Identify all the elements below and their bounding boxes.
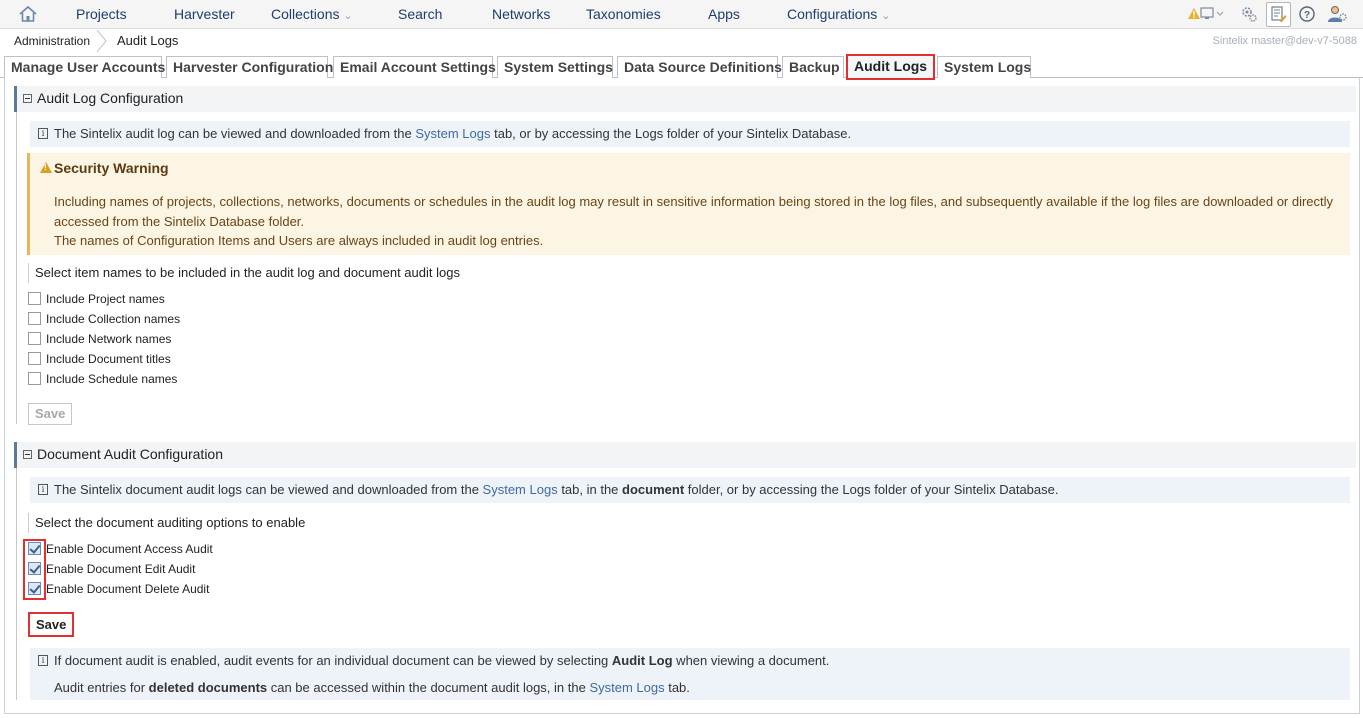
info-icon: i (38, 128, 48, 139)
chevron-down-icon: ⌄ (343, 10, 353, 22)
tab-email-account-settings[interactable]: Email Account Settings (333, 56, 496, 78)
info-icon: i (38, 655, 48, 666)
collapse-icon[interactable] (23, 94, 32, 103)
doc-audit-note-box: i If document audit is enabled, audit ev… (30, 648, 1350, 700)
breadcrumb-administration[interactable]: Administration (14, 34, 90, 48)
doc-audit-note-line: Audit entries for deleted documents can … (54, 680, 690, 695)
audit-item-prompt: Select item names to be included in the … (28, 263, 460, 283)
include-schedule-names-checkbox[interactable] (28, 372, 41, 385)
breadcrumb: Administration Audit Logs Sintelix maste… (0, 29, 1363, 53)
warning-title: Security Warning (54, 160, 169, 176)
doc-audit-prompt: Select the document auditing options to … (28, 513, 305, 533)
include-collection-names-checkbox[interactable] (28, 312, 41, 325)
tab-system-logs[interactable]: System Logs (937, 56, 1031, 78)
option-label: Enable Document Access Audit (46, 542, 213, 556)
warning-line: Including names of projects, collections… (54, 194, 1334, 209)
nav-networks[interactable]: Networks (492, 6, 550, 22)
document-edit-icon (1271, 6, 1287, 23)
breadcrumb-current: Audit Logs (117, 33, 179, 48)
warning-line: accessed from the Sintelix Database fold… (54, 214, 305, 229)
help-icon[interactable]: ? (1298, 5, 1316, 23)
version-label: Sintelix master@dev-v7-5088 (1212, 35, 1357, 47)
document-edit-button[interactable] (1266, 2, 1291, 27)
system-logs-link[interactable]: System Logs (483, 482, 558, 497)
option-label: Include Network names (46, 332, 172, 346)
chevron-down-icon: ⌄ (881, 10, 891, 22)
doc-audit-save-button[interactable]: Save (28, 612, 75, 637)
nav-taxonomies[interactable]: Taxonomies (586, 6, 661, 22)
tab-manage-user-accounts[interactable]: Manage User Accounts (4, 56, 165, 78)
option-label: Enable Document Delete Audit (46, 582, 210, 596)
tab-audit-logs[interactable]: Audit Logs (846, 54, 935, 80)
section-divider (16, 468, 17, 700)
option-label: Include Collection names (46, 312, 181, 326)
system-logs-link[interactable]: System Logs (589, 680, 664, 695)
nav-search[interactable]: Search (398, 6, 442, 22)
system-logs-link[interactable]: System Logs (415, 126, 490, 141)
settings-icon[interactable] (1240, 5, 1258, 23)
section-title: Audit Log Configuration (37, 90, 184, 106)
tab-harvester-configuration[interactable]: Harvester Configuration (166, 56, 333, 78)
nav-projects[interactable]: Projects (76, 6, 127, 22)
doc-audit-info-text: The Sintelix document audit logs can be … (54, 482, 1059, 497)
section-divider (16, 112, 17, 424)
info-icon: i (38, 484, 48, 495)
user-settings-icon[interactable] (1327, 5, 1349, 23)
collapse-icon[interactable] (23, 450, 32, 459)
section-title: Document Audit Configuration (37, 446, 223, 462)
include-network-names-checkbox[interactable] (28, 332, 41, 345)
nav-configurations-label: Configurations (787, 6, 878, 22)
nav-harvester[interactable]: Harvester (174, 6, 235, 22)
document-audit-config-header[interactable]: Document Audit Configuration (14, 442, 1356, 468)
doc-audit-note-line: If document audit is enabled, audit even… (54, 653, 830, 668)
audit-info-box: i The Sintelix audit log can be viewed a… (30, 121, 1350, 147)
option-label: Include Document titles (46, 352, 171, 366)
option-label: Include Project names (46, 292, 165, 306)
breadcrumb-separator-icon (96, 30, 107, 52)
svg-text:?: ? (1304, 10, 1310, 21)
option-label: Include Schedule names (46, 372, 178, 386)
tab-data-source-definitions[interactable]: Data Source Definitions (617, 56, 782, 78)
top-nav: Projects Harvester Collections ⌄ Search N… (0, 0, 1363, 29)
tab-backup[interactable]: Backup (782, 56, 844, 78)
security-warning: Security Warning Including names of proj… (27, 153, 1350, 255)
home-icon[interactable] (18, 5, 38, 23)
warning-monitor-icon[interactable] (1187, 5, 1227, 23)
include-document-titles-checkbox[interactable] (28, 352, 41, 365)
nav-apps[interactable]: Apps (708, 6, 740, 22)
tab-system-settings[interactable]: System Settings (497, 56, 613, 78)
audit-log-config-header[interactable]: Audit Log Configuration (14, 86, 1356, 112)
include-project-names-checkbox[interactable] (28, 292, 41, 305)
doc-audit-info-box: i The Sintelix document audit logs can b… (30, 477, 1350, 503)
warning-line: The names of Configuration Items and Use… (54, 233, 544, 248)
nav-configurations[interactable]: Configurations ⌄ (787, 6, 891, 22)
nav-collections[interactable]: Collections ⌄ (271, 6, 353, 22)
audit-save-button[interactable]: Save (28, 403, 73, 425)
nav-collections-label: Collections (271, 6, 340, 22)
checkbox-highlight (23, 539, 46, 600)
option-label: Enable Document Edit Audit (46, 562, 196, 576)
audit-info-text: The Sintelix audit log can be viewed and… (54, 126, 852, 141)
warning-icon (40, 162, 52, 173)
